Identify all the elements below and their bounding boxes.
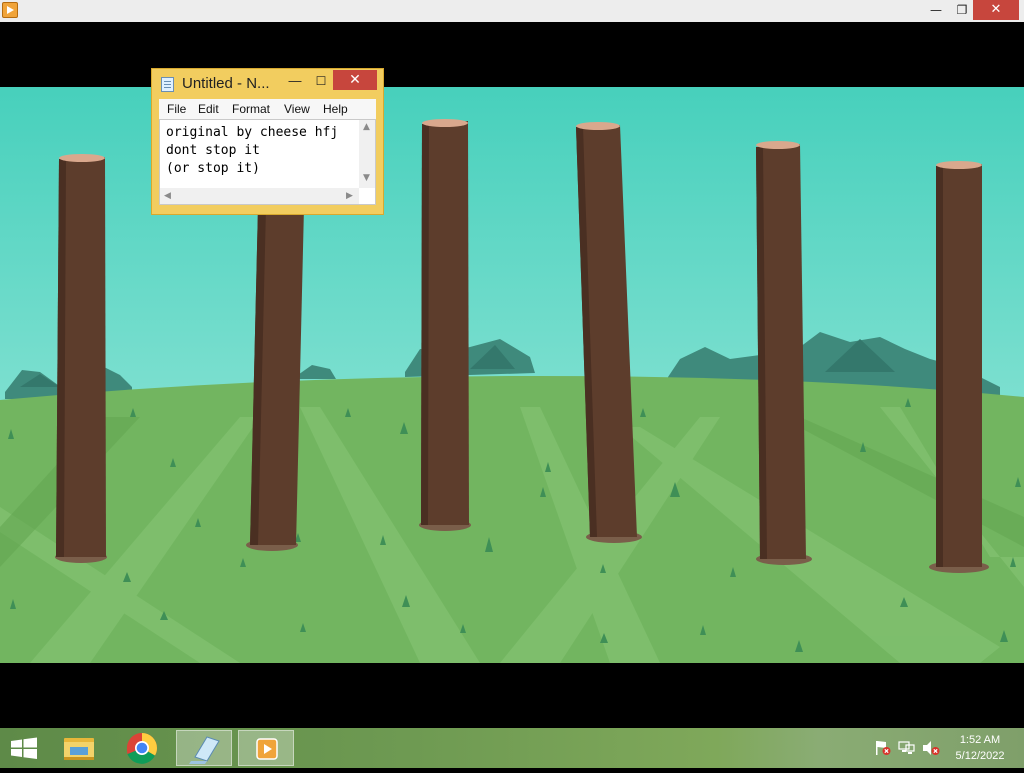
notepad-window[interactable]: Untitled - N... — ☐ ✕ File Edit Format V… — [151, 68, 384, 215]
scroll-up-icon[interactable]: ▲ — [363, 122, 370, 132]
media-player-icon — [256, 738, 278, 760]
clock-date[interactable]: 5/12/2022 — [952, 750, 1008, 762]
minimize-button[interactable]: — — [922, 0, 950, 20]
menu-file[interactable]: File — [167, 102, 186, 116]
window-title-bar[interactable]: — ❐ ✕ — [0, 0, 1024, 22]
notepad-menu-bar: File Edit Format View Help — [159, 99, 376, 119]
network-icon[interactable] — [898, 740, 916, 756]
taskbar-file-explorer[interactable] — [52, 730, 108, 766]
scroll-down-icon[interactable]: ▼ — [363, 173, 370, 183]
media-player-icon[interactable] — [2, 2, 18, 18]
notepad-icon — [189, 736, 220, 764]
close-button[interactable]: ✕ — [973, 0, 1019, 20]
log-3 — [419, 119, 471, 531]
notepad-text-area[interactable]: original by cheese hfj dont stop it (or … — [159, 119, 376, 205]
taskbar: 1:52 AM 5/12/2022 — [0, 728, 1024, 768]
windows-logo-icon — [11, 737, 37, 759]
scroll-left-icon[interactable]: ◀ — [164, 191, 171, 201]
menu-edit[interactable]: Edit — [198, 102, 219, 116]
chrome-icon — [126, 733, 157, 764]
start-button[interactable] — [0, 728, 48, 768]
menu-format[interactable]: Format — [232, 102, 270, 116]
taskbar-notepad[interactable] — [176, 730, 232, 766]
notepad-text[interactable]: original by cheese hfj dont stop it (or … — [166, 124, 338, 178]
log-6 — [929, 161, 989, 573]
menu-view[interactable]: View — [284, 102, 310, 116]
restore-button[interactable]: ❐ — [948, 0, 976, 20]
action-center-flag-icon[interactable] — [874, 740, 892, 756]
taskbar-chrome[interactable] — [114, 730, 170, 766]
folder-icon — [64, 738, 94, 760]
menu-help[interactable]: Help — [323, 102, 348, 116]
log-1 — [55, 154, 107, 563]
volume-muted-icon[interactable] — [922, 740, 940, 756]
notepad-minimize-button[interactable]: — — [283, 72, 307, 90]
notepad-maximize-button[interactable]: ☐ — [309, 72, 333, 90]
clock-time[interactable]: 1:52 AM — [952, 734, 1008, 746]
horizontal-scrollbar[interactable]: ◀ ▶ — [160, 188, 359, 204]
scroll-right-icon[interactable]: ▶ — [346, 191, 353, 201]
notepad-title: Untitled - N... — [182, 75, 270, 92]
taskbar-media-player[interactable] — [238, 730, 294, 766]
notepad-icon — [161, 77, 174, 92]
notepad-close-button[interactable]: ✕ — [333, 70, 377, 90]
vertical-scrollbar[interactable]: ▲ ▼ — [359, 120, 375, 188]
